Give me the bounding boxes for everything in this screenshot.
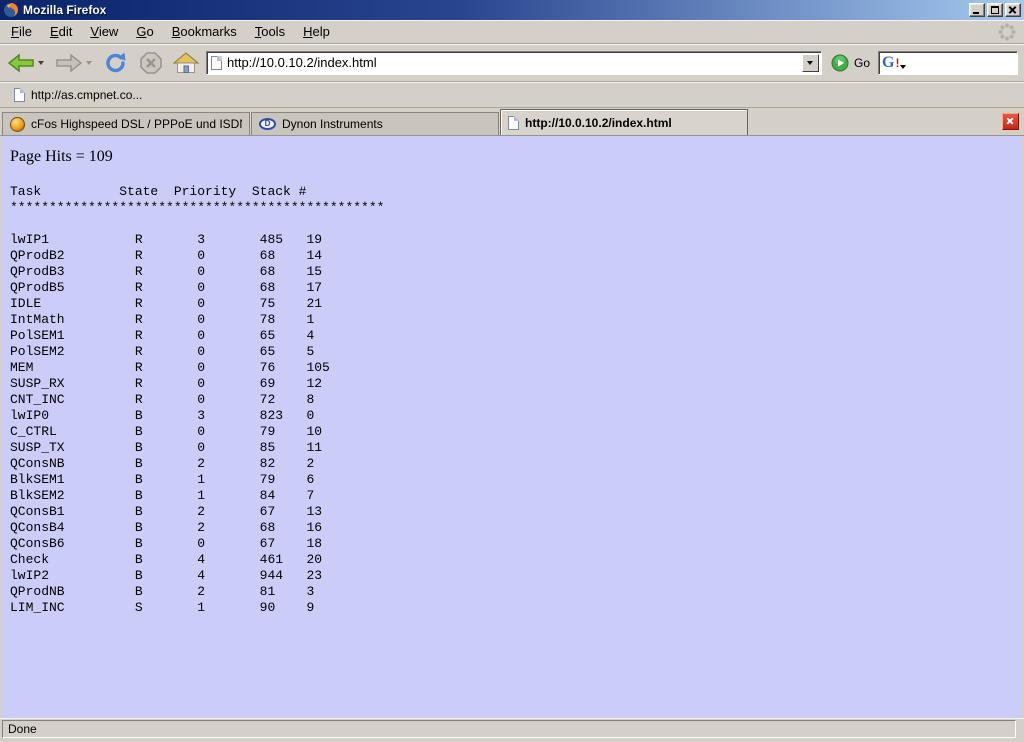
home-button[interactable] [171, 47, 201, 79]
browser-window: Mozilla Firefox FileEditViewGoBookmarksT… [0, 0, 1024, 742]
task-table: Task State Priority Stack # ************… [10, 184, 1022, 616]
forward-dropdown-icon[interactable] [86, 61, 92, 65]
tab-2[interactable]: Dynon Instruments [251, 112, 499, 135]
menu-file[interactable]: File [2, 21, 41, 42]
close-button[interactable] [1005, 3, 1021, 17]
page-icon [14, 88, 25, 102]
reload-button[interactable] [101, 47, 131, 79]
tab-3-active[interactable]: http://10.0.10.2/index.html [500, 109, 748, 135]
navigation-toolbar: Go G! [0, 44, 1024, 82]
back-dropdown-icon[interactable] [38, 61, 44, 65]
go-icon [831, 54, 849, 72]
page-content: Page Hits = 109 Task State Priority Stac… [0, 136, 1024, 718]
minimize-button[interactable] [969, 3, 985, 17]
bookmark-label: http://as.cmpnet.co... [31, 88, 142, 102]
minimize-icon [973, 12, 979, 14]
back-arrow-icon [7, 52, 35, 74]
url-dropdown-button[interactable] [802, 54, 819, 72]
url-bar [206, 51, 822, 75]
status-bar: Done [0, 718, 1024, 742]
menu-bookmarks[interactable]: Bookmarks [163, 21, 246, 42]
go-button[interactable]: Go [827, 54, 878, 72]
close-tab-icon [1006, 117, 1013, 124]
title-bar: Mozilla Firefox [0, 0, 1024, 20]
restore-icon [991, 6, 999, 14]
home-icon [173, 51, 199, 75]
url-input[interactable] [227, 54, 802, 72]
tab-label: http://10.0.10.2/index.html [525, 116, 672, 130]
close-icon [1009, 6, 1017, 14]
page-hits-text: Page Hits = 109 [10, 148, 1022, 166]
tab-bar: cFos Highspeed DSL / PPPoE und ISDN CAP.… [0, 108, 1024, 136]
reload-icon [103, 51, 129, 75]
menu-edit[interactable]: Edit [41, 21, 81, 42]
search-box: G! [878, 51, 1018, 75]
tab-label: Dynon Instruments [282, 117, 383, 131]
google-icon-accent: ! [895, 56, 899, 70]
page-icon [508, 116, 519, 130]
restore-button[interactable] [987, 3, 1003, 17]
firefox-icon [3, 2, 19, 18]
menu-go[interactable]: Go [127, 21, 162, 42]
status-text: Done [2, 720, 1016, 738]
forward-button[interactable] [53, 47, 85, 79]
search-engine-dropdown-icon[interactable] [900, 65, 906, 69]
dynon-icon [259, 118, 276, 130]
go-label: Go [854, 56, 870, 70]
menu-bar-items: FileEditViewGoBookmarksToolsHelp [2, 21, 339, 42]
tab-strip: cFos Highspeed DSL / PPPoE und ISDN CAP.… [2, 109, 749, 135]
page-icon [211, 56, 222, 70]
bookmark-item-1[interactable]: http://as.cmpnet.co... [10, 86, 146, 104]
bookmarks-toolbar: http://as.cmpnet.co... [0, 82, 1024, 108]
google-icon: G [882, 55, 894, 71]
stop-button[interactable] [137, 47, 165, 79]
chevron-down-icon [807, 61, 813, 65]
cfos-icon [10, 117, 25, 132]
menu-view[interactable]: View [81, 21, 127, 42]
tab-1[interactable]: cFos Highspeed DSL / PPPoE und ISDN CAP.… [2, 112, 250, 135]
stop-icon [139, 51, 163, 75]
back-button[interactable] [5, 47, 37, 79]
throbber-icon [997, 22, 1017, 42]
tab-label: cFos Highspeed DSL / PPPoE und ISDN CAP.… [31, 117, 242, 131]
window-title: Mozilla Firefox [23, 3, 967, 17]
search-input[interactable] [908, 54, 1014, 72]
menu-help[interactable]: Help [294, 21, 339, 42]
menu-tools[interactable]: Tools [246, 21, 294, 42]
forward-arrow-icon [55, 52, 83, 74]
close-tab-button[interactable] [1002, 113, 1019, 130]
menu-bar: FileEditViewGoBookmarksToolsHelp [0, 20, 1024, 44]
